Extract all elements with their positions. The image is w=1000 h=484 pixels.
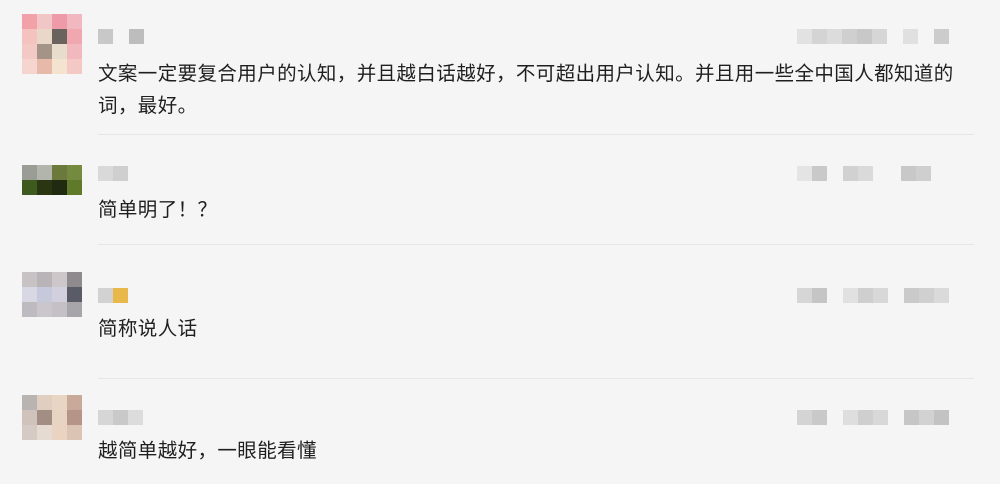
divider <box>98 134 974 135</box>
comment-text: 文案一定要复合用户的认知，并且越白话越好，不可超出用户认知。并且用一些全中国人都… <box>98 62 954 117</box>
user-name-blurred[interactable] <box>98 166 128 181</box>
avatar[interactable] <box>22 272 82 317</box>
comment-text: 简单明了！？ <box>98 198 218 221</box>
comment-meta-blurred <box>797 166 931 181</box>
avatar[interactable] <box>22 395 82 440</box>
comment-meta-blurred <box>797 29 949 44</box>
divider <box>98 244 974 245</box>
divider <box>98 378 974 379</box>
avatar[interactable] <box>22 165 82 195</box>
comment-meta-blurred <box>797 288 949 303</box>
comment-meta-blurred <box>797 410 949 425</box>
comment-text: 越简单越好，一眼能看懂 <box>98 439 317 462</box>
user-name-blurred[interactable] <box>98 410 143 425</box>
comment-text: 简称说人话 <box>98 317 198 340</box>
avatar[interactable] <box>22 14 82 74</box>
user-name-blurred[interactable] <box>98 288 128 303</box>
user-name-blurred[interactable] <box>98 29 144 44</box>
